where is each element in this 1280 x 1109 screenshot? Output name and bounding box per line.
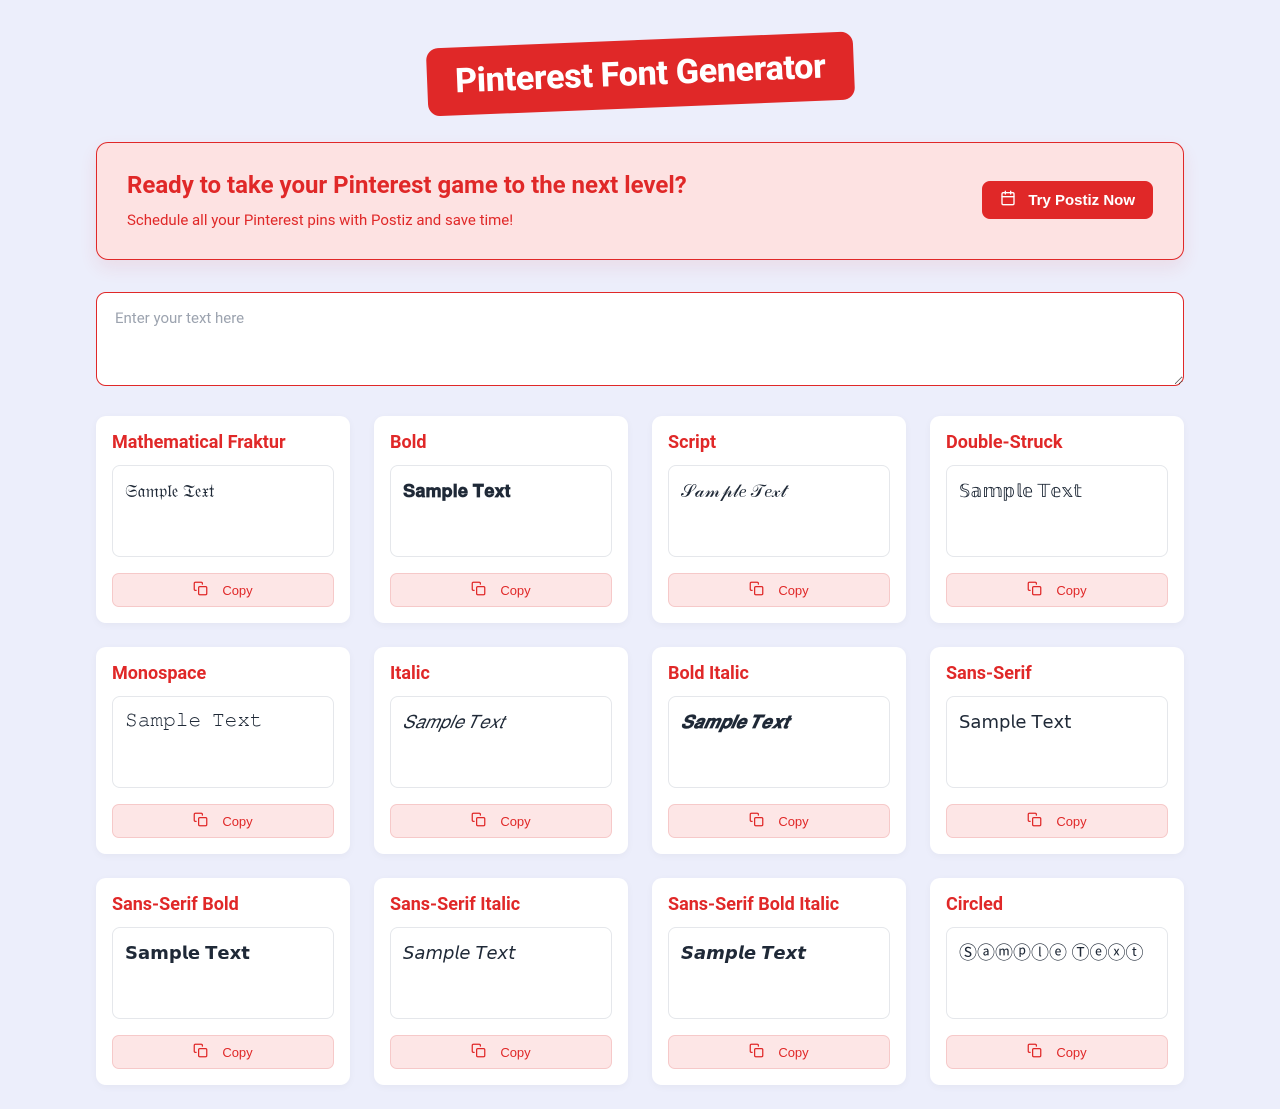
- font-card: Sans-Serif Italic 𝘚𝘢𝘮𝘱𝘭𝘦 𝘛𝘦𝘹𝘵 Copy: [374, 878, 628, 1085]
- copy-label: Copy: [778, 814, 808, 829]
- font-preview: 𝚂𝚊𝚖𝚙𝚕𝚎 𝚃𝚎𝚡𝚝: [112, 696, 334, 788]
- font-card: Italic 𝑆𝑎𝑚𝑝𝑙𝑒 𝑇𝑒𝑥𝑡 Copy: [374, 647, 628, 854]
- copy-icon: [749, 812, 764, 830]
- copy-button[interactable]: Copy: [390, 804, 612, 838]
- copy-icon: [471, 812, 486, 830]
- copy-button[interactable]: Copy: [390, 1035, 612, 1069]
- promo-button-label: Try Postiz Now: [1028, 192, 1135, 209]
- font-name: Sans-Serif Bold Italic: [668, 894, 890, 915]
- font-name: Sans-Serif Italic: [390, 894, 612, 915]
- copy-label: Copy: [500, 814, 530, 829]
- font-card: Monospace 𝚂𝚊𝚖𝚙𝚕𝚎 𝚃𝚎𝚡𝚝 Copy: [96, 647, 350, 854]
- copy-label: Copy: [1056, 814, 1086, 829]
- font-card: Sans-Serif 𝖲𝖺𝗆𝗉𝗅𝖾 𝖳𝖾𝗑𝗍 Copy: [930, 647, 1184, 854]
- font-card: Sans-Serif Bold Italic 𝙎𝙖𝙢𝙥𝙡𝙚 𝙏𝙚𝙭𝙩 Copy: [652, 878, 906, 1085]
- font-card: Sans-Serif Bold 𝗦𝗮𝗺𝗽𝗹𝗲 𝗧𝗲𝘅𝘁 Copy: [96, 878, 350, 1085]
- copy-button[interactable]: Copy: [946, 1035, 1168, 1069]
- font-preview: 𝘚𝘢𝘮𝘱𝘭𝘦 𝘛𝘦𝘹𝘵: [390, 927, 612, 1019]
- page-title: Pinterest Font Generator: [426, 31, 855, 116]
- font-grid: Mathematical Fraktur 𝔖𝔞𝔪𝔭𝔩𝔢 𝔗𝔢𝔵𝔱 Copy Bold 𝐒…: [96, 416, 1184, 1085]
- copy-icon: [749, 581, 764, 599]
- font-name: Bold Italic: [668, 663, 890, 684]
- promo-heading: Ready to take your Pinterest game to the…: [127, 171, 687, 199]
- text-input[interactable]: [96, 292, 1184, 386]
- copy-label: Copy: [1056, 583, 1086, 598]
- font-preview: 𝑆𝑎𝑚𝑝𝑙𝑒 𝑇𝑒𝑥𝑡: [390, 696, 612, 788]
- font-preview: 𝐒𝐚𝐦𝐩𝐥𝐞 𝐓𝐞𝐱𝐭: [390, 465, 612, 557]
- calendar-icon: [1000, 190, 1016, 210]
- copy-label: Copy: [500, 1045, 530, 1060]
- font-name: Italic: [390, 663, 612, 684]
- copy-label: Copy: [222, 583, 252, 598]
- font-preview: 𝑺𝒂𝒎𝒑𝒍𝒆 𝑻𝒆𝒙𝒕: [668, 696, 890, 788]
- font-card: Mathematical Fraktur 𝔖𝔞𝔪𝔭𝔩𝔢 𝔗𝔢𝔵𝔱 Copy: [96, 416, 350, 623]
- copy-label: Copy: [222, 1045, 252, 1060]
- copy-icon: [193, 1043, 208, 1061]
- font-name: Sans-Serif Bold: [112, 894, 334, 915]
- copy-icon: [471, 581, 486, 599]
- copy-label: Copy: [500, 583, 530, 598]
- font-card: Bold 𝐒𝐚𝐦𝐩𝐥𝐞 𝐓𝐞𝐱𝐭 Copy: [374, 416, 628, 623]
- font-name: Script: [668, 432, 890, 453]
- copy-button[interactable]: Copy: [112, 573, 334, 607]
- copy-label: Copy: [1056, 1045, 1086, 1060]
- promo-banner: Ready to take your Pinterest game to the…: [96, 142, 1184, 260]
- font-name: Double-Struck: [946, 432, 1168, 453]
- copy-icon: [193, 812, 208, 830]
- copy-button[interactable]: Copy: [390, 573, 612, 607]
- copy-button[interactable]: Copy: [946, 573, 1168, 607]
- copy-label: Copy: [222, 814, 252, 829]
- font-card: Double-Struck 𝕊𝕒𝕞𝕡𝕝𝕖 𝕋𝕖𝕩𝕥 Copy: [930, 416, 1184, 623]
- copy-icon: [1027, 581, 1042, 599]
- copy-icon: [1027, 812, 1042, 830]
- font-card: Circled Ⓢⓐⓜⓟⓛⓔ Ⓣⓔⓧⓣ Copy: [930, 878, 1184, 1085]
- copy-button[interactable]: Copy: [668, 804, 890, 838]
- font-preview: 𝙎𝙖𝙢𝙥𝙡𝙚 𝙏𝙚𝙭𝙩: [668, 927, 890, 1019]
- copy-label: Copy: [778, 583, 808, 598]
- font-card: Script 𝒮𝒶𝓂𝓅𝓁𝑒 𝒯𝑒𝓍𝓉 Copy: [652, 416, 906, 623]
- copy-icon: [193, 581, 208, 599]
- font-preview: Ⓢⓐⓜⓟⓛⓔ Ⓣⓔⓧⓣ: [946, 927, 1168, 1019]
- font-preview: 𝒮𝒶𝓂𝓅𝓁𝑒 𝒯𝑒𝓍𝓉: [668, 465, 890, 557]
- font-name: Bold: [390, 432, 612, 453]
- font-preview: 𝔖𝔞𝔪𝔭𝔩𝔢 𝔗𝔢𝔵𝔱: [112, 465, 334, 557]
- copy-icon: [471, 1043, 486, 1061]
- copy-icon: [749, 1043, 764, 1061]
- font-preview: 𝗦𝗮𝗺𝗽𝗹𝗲 𝗧𝗲𝘅𝘁: [112, 927, 334, 1019]
- copy-icon: [1027, 1043, 1042, 1061]
- copy-button[interactable]: Copy: [112, 1035, 334, 1069]
- copy-button[interactable]: Copy: [112, 804, 334, 838]
- copy-label: Copy: [778, 1045, 808, 1060]
- font-name: Mathematical Fraktur: [112, 432, 334, 453]
- font-name: Circled: [946, 894, 1168, 915]
- font-name: Sans-Serif: [946, 663, 1168, 684]
- font-name: Monospace: [112, 663, 334, 684]
- try-postiz-button[interactable]: Try Postiz Now: [982, 181, 1153, 219]
- font-preview: 𝖲𝖺𝗆𝗉𝗅𝖾 𝖳𝖾𝗑𝗍: [946, 696, 1168, 788]
- promo-subtext: Schedule all your Pinterest pins with Po…: [127, 211, 687, 229]
- font-card: Bold Italic 𝑺𝒂𝒎𝒑𝒍𝒆 𝑻𝒆𝒙𝒕 Copy: [652, 647, 906, 854]
- copy-button[interactable]: Copy: [668, 1035, 890, 1069]
- copy-button[interactable]: Copy: [946, 804, 1168, 838]
- copy-button[interactable]: Copy: [668, 573, 890, 607]
- font-preview: 𝕊𝕒𝕞𝕡𝕝𝕖 𝕋𝕖𝕩𝕥: [946, 465, 1168, 557]
